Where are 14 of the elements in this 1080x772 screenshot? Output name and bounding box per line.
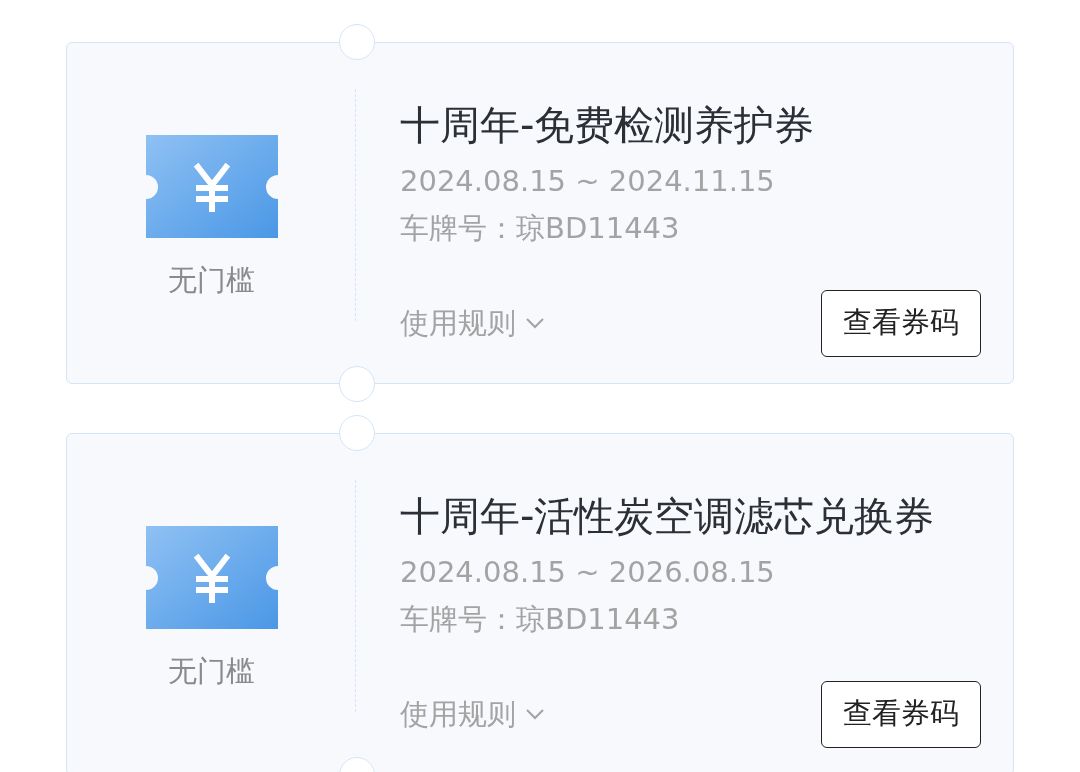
coupon-title: 十周年-活性炭空调滤芯兑换券 [400, 492, 936, 541]
plate-number: 车牌号：琼BD11443 [400, 210, 681, 247]
chevron-down-icon [526, 708, 544, 720]
threshold-label: 无门槛 [168, 653, 255, 690]
coupon-icon [145, 526, 278, 629]
coupon-icon [145, 135, 278, 238]
coupon-title: 十周年-免费检测养护券 [400, 101, 816, 150]
chevron-down-icon [526, 317, 544, 329]
plate-number: 车牌号：琼BD11443 [400, 601, 681, 638]
view-code-button[interactable]: 查看券码 [821, 289, 981, 357]
threshold-label: 无门槛 [168, 262, 255, 299]
validity-dates: 2024.08.15 ~ 2026.08.15 [400, 554, 776, 591]
view-code-button[interactable]: 查看券码 [821, 680, 981, 748]
validity-dates: 2024.08.15 ~ 2024.11.15 [400, 163, 776, 200]
